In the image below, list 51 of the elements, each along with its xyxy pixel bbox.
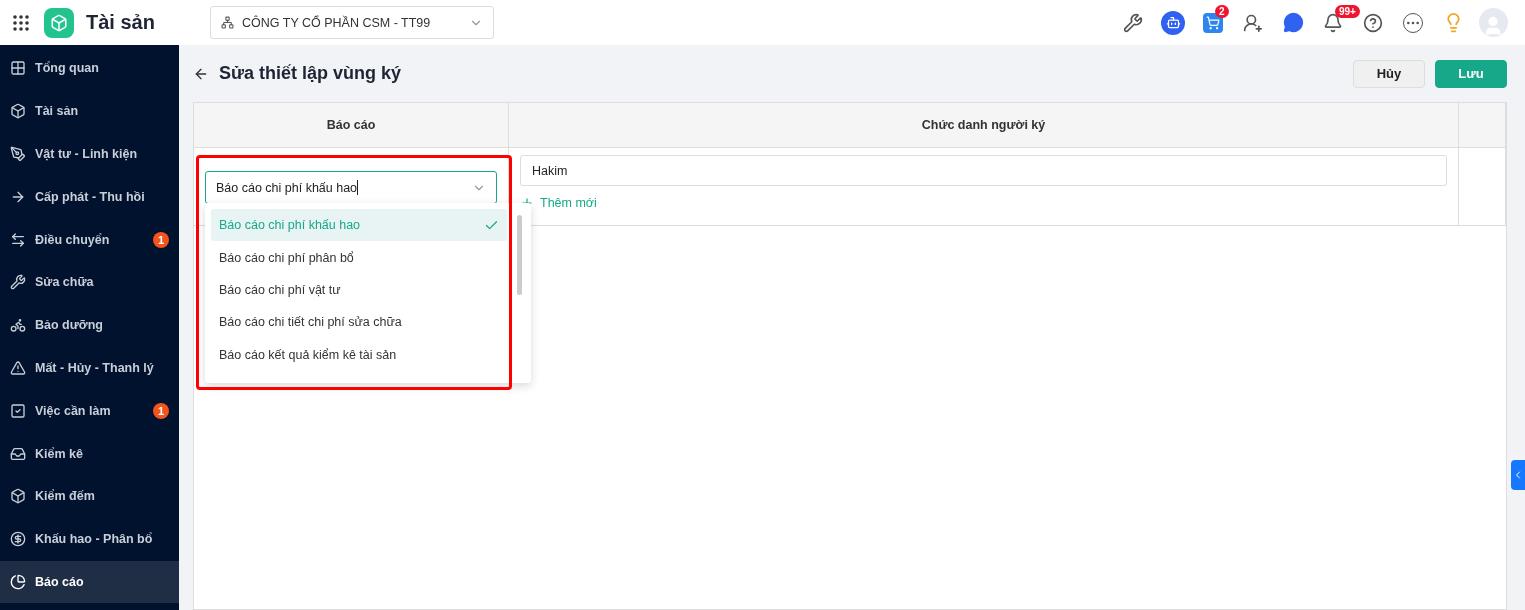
company-select[interactable]: CÔNG TY CỔ PHẦN CSM - TT99 (210, 6, 494, 39)
app-logo (44, 7, 74, 38)
count-badge: 1 (152, 231, 169, 248)
sidebar-item[interactable]: Khấu hao - Phân bổ (0, 517, 179, 561)
notification-count: 99+ (1335, 4, 1360, 18)
sidebar-item[interactable]: Tài sản (0, 89, 179, 133)
sidebar-item[interactable]: Sửa chữa (0, 261, 179, 304)
pie-chart-icon (10, 573, 26, 590)
signer-title-field[interactable]: Hakim (520, 155, 1447, 186)
hierarchy-icon (221, 16, 234, 29)
robot-icon (1161, 10, 1185, 35)
wrench-icon (10, 274, 26, 291)
help-icon (1363, 12, 1383, 33)
sidebar-item[interactable]: Vật tư - Linh kiện (0, 132, 179, 176)
coin-icon (10, 531, 26, 548)
scrollbar-thumb[interactable] (517, 215, 522, 295)
sidebar-item[interactable]: Kiểm đếm (0, 474, 179, 518)
sidebar-item[interactable]: Việc cần làm 1 (0, 389, 179, 433)
page-title: Sửa thiết lập vùng ký (219, 63, 403, 84)
dropdown-option[interactable]: Báo cáo chi phí vật tư (211, 273, 507, 307)
tools-icon (1123, 12, 1143, 33)
warning-icon (10, 359, 26, 376)
sidebar-item[interactable]: Kiểm kê (0, 432, 179, 475)
cube-icon (10, 103, 26, 120)
notification-count: 2 (1215, 4, 1229, 18)
swap-icon (10, 231, 26, 248)
sidebar-item[interactable]: Điều chuyển 1 (0, 218, 179, 261)
chat-icon (1282, 12, 1304, 33)
sidebar-item[interactable]: Cấp phát - Thu hồi (0, 175, 179, 219)
grid-icon (10, 60, 26, 77)
avatar-icon (1478, 8, 1508, 37)
apps-menu-icon[interactable] (12, 13, 30, 32)
checkbox-icon (10, 402, 26, 419)
add-user-icon (1243, 12, 1263, 33)
sidebar-item[interactable]: Bảo dưỡng (0, 303, 179, 347)
cube-icon (10, 488, 26, 505)
app-title: Tài sản (86, 11, 156, 34)
bike-icon (10, 317, 26, 334)
collapse-toggle[interactable] (1511, 460, 1525, 490)
sidebar-item[interactable]: Báo cáo (0, 560, 179, 604)
dropdown-option[interactable]: Báo cáo chi tiết chi phí sửa chữa (211, 306, 507, 339)
pen-icon (10, 146, 26, 162)
count-badge: 1 (152, 402, 169, 419)
dropdown-option[interactable]: Báo cáo chi phí phân bổ (211, 241, 507, 274)
column-header: Báo cáo (194, 103, 509, 148)
cancel-button[interactable]: Hủy (1353, 59, 1425, 88)
dropdown-option[interactable]: Báo cáo kết quả kiểm kê tài sản (211, 338, 507, 371)
sidebar-item[interactable]: Mất - Hủy - Thanh lý (0, 346, 179, 390)
column-header: Chức danh người ký (509, 103, 1459, 148)
sidebar-item[interactable]: Tổng quan (0, 47, 179, 90)
inbox-icon (10, 445, 26, 462)
